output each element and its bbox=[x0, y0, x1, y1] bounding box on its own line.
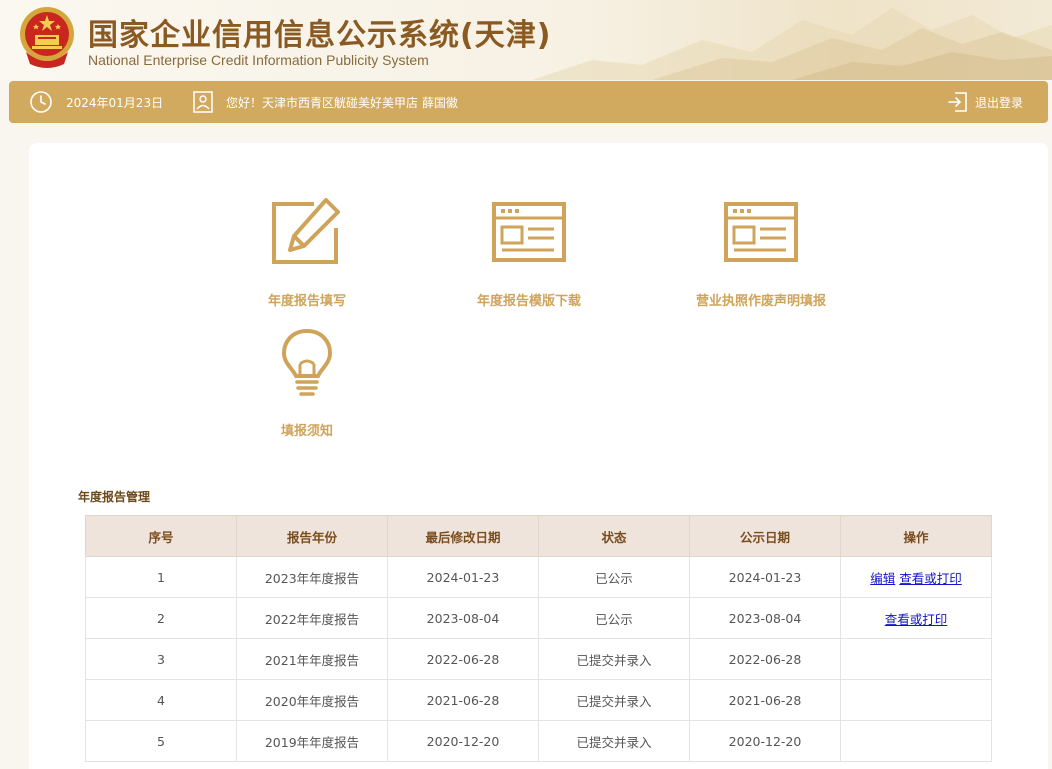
cell-modified: 2024-01-23 bbox=[387, 556, 539, 598]
cell-status: 已公示 bbox=[538, 556, 690, 598]
cell-status: 已提交并录入 bbox=[538, 679, 690, 721]
tile-label: 填报须知 bbox=[280, 424, 333, 439]
mountain-background-image bbox=[532, 8, 1052, 80]
site-title: 国家企业信用信息公示系统(天津) bbox=[88, 18, 552, 53]
table-row: 3 2021年年度报告 2022-06-28 已提交并录入 2022-06-28 bbox=[85, 638, 992, 680]
logout-label: 退出登录 bbox=[975, 96, 1024, 110]
top-info-bar: 2024年01月23日 您好！天津市西青区觥碰美好美甲店 薛国徽 退出登录 bbox=[9, 81, 1048, 123]
cell-published: 2022-06-28 bbox=[689, 638, 841, 680]
tile-annual-report-fill[interactable]: 年度报告填写 bbox=[217, 198, 397, 318]
table-row: 1 2023年年度报告 2024-01-23 已公示 2024-01-23 编辑… bbox=[85, 556, 992, 598]
current-date: 2024年01月23日 bbox=[66, 96, 164, 110]
table-row: 5 2019年年度报告 2020-12-20 已提交并录入 2020-12-20 bbox=[85, 720, 992, 762]
cell-status: 已提交并录入 bbox=[538, 720, 690, 762]
tile-label: 年度报告填写 bbox=[267, 294, 346, 309]
cell-published: 2024-01-23 bbox=[689, 556, 841, 598]
site-header: 国家企业信用信息公示系统(天津) National Enterprise Cre… bbox=[0, 0, 1052, 80]
annual-report-table: 序号 报告年份 最后修改日期 状态 公示日期 操作 1 2023年年度报告 20… bbox=[85, 515, 992, 762]
cell-actions: 编辑 查看或打印 bbox=[840, 556, 992, 598]
table-row: 2 2022年年度报告 2023-08-04 已公示 2023-08-04 查看… bbox=[85, 597, 992, 639]
tile-template-download[interactable]: 年度报告模版下载 bbox=[439, 198, 619, 318]
logout-icon bbox=[948, 92, 967, 112]
tile-label: 年度报告模版下载 bbox=[476, 294, 581, 309]
cell-no: 5 bbox=[85, 720, 237, 762]
cell-published: 2023-08-04 bbox=[689, 597, 841, 639]
cell-no: 1 bbox=[85, 556, 237, 598]
cell-no: 2 bbox=[85, 597, 237, 639]
site-subtitle: National Enterprise Credit Information P… bbox=[88, 52, 429, 68]
cell-no: 4 bbox=[85, 679, 237, 721]
pencil-edit-icon bbox=[272, 198, 340, 264]
view-print-link[interactable]: 查看或打印 bbox=[885, 612, 948, 627]
cell-published: 2021-06-28 bbox=[689, 679, 841, 721]
cell-actions: 查看或打印 bbox=[840, 597, 992, 639]
edit-link[interactable]: 编辑 bbox=[870, 571, 895, 586]
browser-window-icon bbox=[724, 202, 798, 262]
cell-no: 3 bbox=[85, 638, 237, 680]
table-header-row: 序号 报告年份 最后修改日期 状态 公示日期 操作 bbox=[85, 515, 992, 557]
browser-window-icon bbox=[492, 202, 566, 262]
user-greeting: 您好！天津市西青区觥碰美好美甲店 薛国徽 bbox=[226, 96, 458, 110]
cell-actions bbox=[840, 679, 992, 721]
column-header-no: 序号 bbox=[85, 515, 237, 557]
lightbulb-icon bbox=[281, 328, 333, 396]
cell-year: 2021年年度报告 bbox=[236, 638, 388, 680]
cell-modified: 2022-06-28 bbox=[387, 638, 539, 680]
cell-year: 2020年年度报告 bbox=[236, 679, 388, 721]
clock-icon bbox=[30, 91, 52, 113]
cell-modified: 2020-12-20 bbox=[387, 720, 539, 762]
cell-actions bbox=[840, 638, 992, 680]
cell-modified: 2021-06-28 bbox=[387, 679, 539, 721]
national-emblem-icon bbox=[20, 7, 74, 68]
cell-published: 2020-12-20 bbox=[689, 720, 841, 762]
section-title-annual-report-management: 年度报告管理 bbox=[78, 490, 151, 504]
tile-label: 营业执照作废声明填报 bbox=[695, 294, 826, 309]
cell-status: 已公示 bbox=[538, 597, 690, 639]
view-print-link[interactable]: 查看或打印 bbox=[899, 571, 962, 586]
table-row: 4 2020年年度报告 2021-06-28 已提交并录入 2021-06-28 bbox=[85, 679, 992, 721]
cell-year: 2019年年度报告 bbox=[236, 720, 388, 762]
tile-license-void-statement[interactable]: 营业执照作废声明填报 bbox=[671, 198, 851, 318]
cell-year: 2023年年度报告 bbox=[236, 556, 388, 598]
cell-status: 已提交并录入 bbox=[538, 638, 690, 680]
column-header-year: 报告年份 bbox=[236, 515, 388, 557]
column-header-actions: 操作 bbox=[840, 515, 992, 557]
cell-modified: 2023-08-04 bbox=[387, 597, 539, 639]
cell-year: 2022年年度报告 bbox=[236, 597, 388, 639]
tile-filing-notice[interactable]: 填报须知 bbox=[217, 328, 397, 448]
cell-actions bbox=[840, 720, 992, 762]
column-header-published: 公示日期 bbox=[689, 515, 841, 557]
logout-button[interactable]: 退出登录 bbox=[947, 90, 1037, 114]
column-header-status: 状态 bbox=[538, 515, 690, 557]
column-header-modified: 最后修改日期 bbox=[387, 515, 539, 557]
user-card-icon bbox=[193, 91, 213, 113]
